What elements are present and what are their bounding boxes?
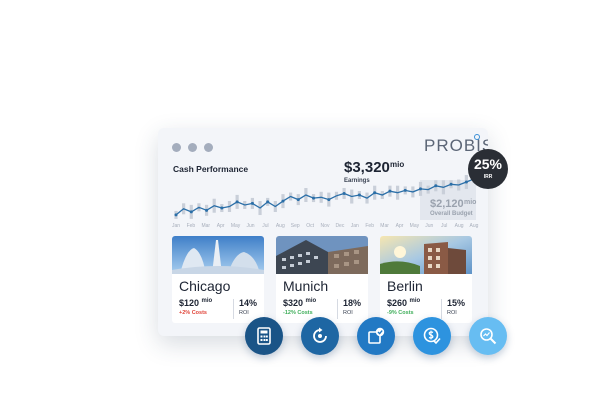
data-point	[174, 213, 178, 217]
data-point	[189, 210, 193, 214]
calculator-button[interactable]	[245, 317, 283, 355]
city-name: Chicago	[179, 278, 231, 294]
dashboard-window: PROBIS Cash Performance $3,320 mio Earni…	[158, 128, 488, 336]
berlin-photo	[380, 236, 472, 274]
city-roi-value: 18%	[343, 298, 362, 308]
city-cost-change: +2% Costs	[179, 310, 207, 316]
calculator-icon	[257, 327, 271, 345]
data-point	[205, 208, 209, 212]
city-roi-value: 14%	[239, 298, 258, 308]
data-point	[373, 191, 377, 195]
data-point	[434, 184, 438, 188]
city-cost-change: -9% Costs	[387, 310, 414, 316]
data-point	[296, 198, 300, 202]
city-card-chicago[interactable]: Chicago $120 mio +2% Costs 14% ROI	[172, 236, 264, 323]
data-point	[357, 193, 361, 197]
zoom-analysis-icon	[480, 328, 497, 345]
irr-label: IRR	[483, 174, 493, 180]
data-point	[250, 201, 254, 205]
city-roi-value: 15%	[447, 298, 466, 308]
city-name: Berlin	[387, 278, 423, 294]
x-axis-tick-label: Apr	[217, 223, 225, 229]
city-card-berlin[interactable]: Berlin $260 mio -9% Costs 15% ROI	[380, 236, 472, 323]
refresh-cycle-icon	[313, 327, 327, 343]
x-axis-tick-label: Feb	[187, 223, 196, 229]
city-roi-label: ROI	[343, 310, 353, 316]
data-point	[342, 191, 346, 195]
x-axis-tick-label: Dec	[335, 223, 344, 229]
data-point	[419, 187, 423, 191]
city-price: $120 mio	[179, 298, 213, 308]
data-point	[327, 198, 331, 202]
x-axis-tick-label: Apr	[396, 223, 404, 229]
data-point	[449, 182, 453, 186]
x-axis-tick-label: Jan	[351, 223, 359, 229]
x-axis-tick-label: Jul	[262, 223, 268, 229]
x-axis-tick-label: Feb	[365, 223, 374, 229]
data-point	[235, 200, 239, 204]
city-roi-label: ROI	[239, 310, 249, 316]
x-axis-tick-label: Aug	[470, 223, 479, 229]
x-axis-tick-label: Mar	[201, 223, 210, 229]
money-check-icon	[423, 327, 441, 345]
x-axis-tick-label: Oct	[306, 223, 314, 229]
x-axis-tick-label: Jun	[425, 223, 433, 229]
x-axis-tick-label: Aug	[276, 223, 285, 229]
refresh-cycle-button[interactable]	[301, 317, 339, 355]
overall-budget-unit: mio	[464, 199, 477, 206]
overall-budget-label: Overall Budget	[430, 211, 473, 217]
x-axis-tick-label: Jan	[172, 223, 180, 229]
overall-budget-value: $2,120	[430, 198, 464, 210]
zoom-analysis-button[interactable]	[469, 317, 507, 355]
money-check-button[interactable]	[413, 317, 451, 355]
chicago-photo	[172, 236, 264, 274]
data-point	[220, 206, 224, 210]
x-axis-tick-label: Mar	[380, 223, 389, 229]
city-price: $260 mio	[387, 298, 421, 308]
irr-value: 25%	[473, 156, 503, 172]
approve-document-icon	[368, 327, 385, 344]
divider	[233, 299, 234, 319]
city-roi-label: ROI	[447, 310, 457, 316]
cash-performance-chart: Jan Feb Mar Apr May Jun Jul Aug Sep Oct Nov Dec Jan F…	[172, 174, 479, 229]
approve-document-button[interactable]	[357, 317, 395, 355]
divider	[337, 299, 338, 319]
city-price: $320 mio	[283, 298, 317, 308]
x-axis-tick-label: May	[410, 223, 420, 229]
x-axis-tick-label: Aug	[455, 223, 464, 229]
city-cost-change: -12% Costs	[283, 310, 313, 316]
x-axis-tick-label: Nov	[321, 223, 330, 229]
data-point	[388, 189, 392, 193]
city-card-munich[interactable]: Munich $320 mio -12% Costs 18% ROI	[276, 236, 368, 323]
irr-badge: 25% IRR	[468, 149, 508, 189]
data-point	[464, 180, 468, 184]
data-point	[266, 200, 270, 204]
city-name: Munich	[283, 278, 329, 294]
divider	[441, 299, 442, 319]
x-axis-tick-label: Jun	[246, 223, 254, 229]
x-axis-tick-label: May	[231, 223, 241, 229]
data-point	[312, 196, 316, 200]
munich-photo	[276, 236, 368, 274]
data-point	[281, 199, 285, 203]
x-axis-tick-label: Jul	[441, 223, 447, 229]
data-point	[403, 188, 407, 192]
x-axis-tick-label: Sep	[291, 223, 300, 229]
